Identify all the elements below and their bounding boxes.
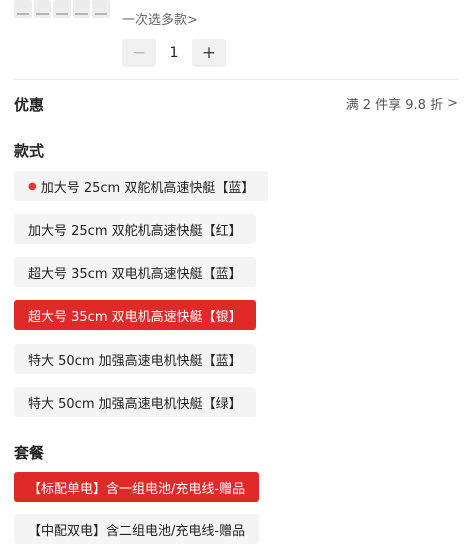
style-option[interactable]: 特大 50cm 加强高速电机快艇【绿】 <box>14 387 256 417</box>
hot-flame-icon: ● <box>28 180 37 192</box>
quantity-stepper[interactable]: − 1 + <box>122 39 226 67</box>
package-option[interactable]: 【中配双电】含二组电池/充电线-赠品 <box>14 514 260 544</box>
promotion-offer-text: 满 2 件享 9.8 折 <box>345 98 444 113</box>
promotion-heading: 优惠 <box>14 96 45 114</box>
variant-thumbnail[interactable] <box>92 0 110 18</box>
increase-quantity-button[interactable]: + <box>192 39 226 67</box>
style-option-label: 加大号 25cm 双舵机高速快艇【红】 <box>28 223 242 239</box>
style-option-label: 超大号 35cm 双电机高速快艇【蓝】 <box>28 266 242 282</box>
style-option-label: 超大号 35cm 双电机高速快艇【银】 <box>28 309 242 325</box>
package-option-selected[interactable]: 【标配单电】含一组电池/充电线-赠品 <box>14 472 260 502</box>
package-option-label: 【标配单电】含一组电池/充电线-赠品 <box>28 481 246 497</box>
style-option[interactable]: 加大号 25cm 双舵机高速快艇【红】 <box>14 214 256 244</box>
style-option-label: 特大 50cm 加强高速电机快艇【绿】 <box>28 396 242 412</box>
promotion-offer[interactable]: 满 2 件享 9.8 折 > <box>346 94 458 113</box>
style-option-label: 特大 50cm 加强高速电机快艇【蓝】 <box>28 353 242 369</box>
variant-thumbnails[interactable] <box>14 0 110 20</box>
style-option-label: 加大号 25cm 双舵机高速快艇【蓝】 <box>40 180 255 196</box>
decrease-quantity-button[interactable]: − <box>122 39 156 67</box>
variant-thumbnail[interactable] <box>33 0 52 18</box>
variant-thumbnail[interactable] <box>14 0 32 18</box>
style-option-selected[interactable]: 超大号 35cm 双电机高速快艇【银】 <box>14 300 256 330</box>
chevron-right-icon: > <box>187 13 198 28</box>
style-option[interactable]: ● 加大号 25cm 双舵机高速快艇【蓝】 <box>14 171 269 201</box>
divider <box>14 79 458 80</box>
package-heading: 套餐 <box>14 444 45 462</box>
style-heading: 款式 <box>14 142 45 160</box>
multi-select-link[interactable]: 一次选多款> <box>122 9 198 28</box>
package-option-label: 【中配双电】含二组电池/充电线-赠品 <box>28 523 246 539</box>
chevron-right-icon: > <box>447 96 458 111</box>
variant-thumbnail[interactable] <box>72 0 91 18</box>
multi-select-label: 一次选多款 <box>122 13 188 28</box>
style-option[interactable]: 特大 50cm 加强高速电机快艇【蓝】 <box>14 344 256 374</box>
style-option[interactable]: 超大号 35cm 双电机高速快艇【蓝】 <box>14 257 256 287</box>
variant-thumbnail[interactable] <box>53 0 71 18</box>
quantity-value[interactable]: 1 <box>156 45 192 61</box>
